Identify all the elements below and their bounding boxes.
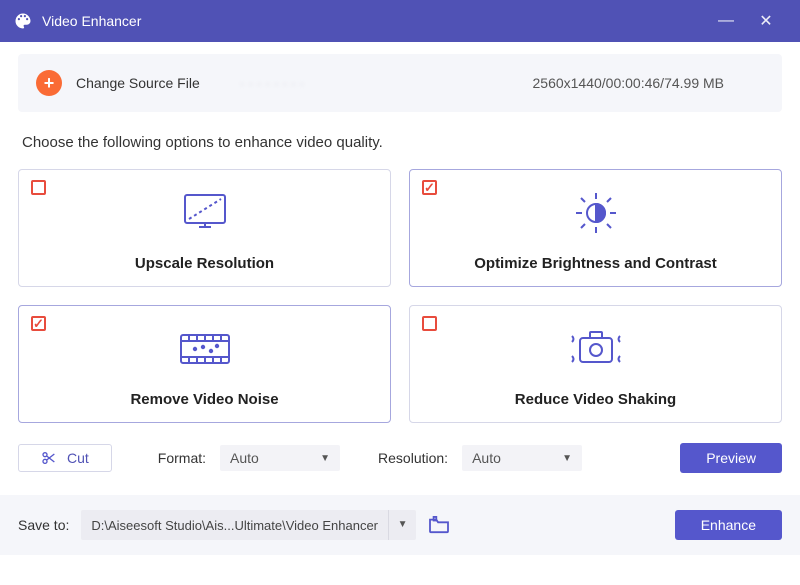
card-optimize-brightness[interactable]: Optimize Brightness and Contrast [409, 169, 782, 287]
brightness-icon [568, 170, 624, 255]
chevron-down-icon: ▼ [320, 453, 330, 464]
preview-button[interactable]: Preview [680, 443, 782, 473]
card-label: Optimize Brightness and Contrast [474, 255, 717, 272]
chevron-down-icon: ▼ [562, 453, 572, 464]
format-value: Auto [230, 450, 259, 466]
minimize-button[interactable]: — [706, 12, 746, 30]
format-label: Format: [158, 450, 206, 466]
save-to-label: Save to: [18, 517, 69, 533]
options-grid: Upscale Resolution Optimize Bright [18, 169, 782, 423]
checkbox-brightness[interactable] [422, 180, 437, 195]
stabilize-icon [566, 306, 626, 391]
card-reduce-shaking[interactable]: Reduce Video Shaking [409, 305, 782, 423]
source-filename: · · · · · · · · [240, 75, 533, 91]
card-upscale-resolution[interactable]: Upscale Resolution [18, 169, 391, 287]
upscale-icon [179, 170, 231, 255]
card-label: Remove Video Noise [130, 391, 278, 408]
app-title: Video Enhancer [42, 13, 706, 29]
save-path-box: D:\Aiseesoft Studio\Ais...Ultimate\Video… [81, 510, 416, 540]
cut-button[interactable]: Cut [18, 444, 112, 472]
add-source-icon[interactable]: + [36, 70, 62, 96]
format-select[interactable]: Auto ▼ [220, 445, 340, 471]
close-button[interactable]: ✕ [746, 11, 786, 31]
checkbox-upscale[interactable] [31, 180, 46, 195]
cut-label: Cut [67, 450, 89, 466]
resolution-value: Auto [472, 450, 501, 466]
enhance-button[interactable]: Enhance [675, 510, 782, 540]
card-label: Reduce Video Shaking [515, 391, 676, 408]
palette-icon [14, 12, 32, 30]
card-label: Upscale Resolution [135, 255, 274, 272]
titlebar: Video Enhancer — ✕ [0, 0, 800, 42]
checkbox-noise[interactable] [31, 316, 46, 331]
path-dropdown[interactable]: ▼ [388, 510, 416, 540]
source-file-bar: + Change Source File · · · · · · · · 256… [18, 54, 782, 112]
save-path: D:\Aiseesoft Studio\Ais...Ultimate\Video… [81, 518, 388, 533]
change-source-label[interactable]: Change Source File [76, 75, 200, 91]
resolution-select[interactable]: Auto ▼ [462, 445, 582, 471]
open-folder-icon[interactable] [428, 516, 450, 534]
checkbox-shaking[interactable] [422, 316, 437, 331]
resolution-label: Resolution: [378, 450, 448, 466]
instruction-text: Choose the following options to enhance … [22, 134, 782, 151]
card-remove-noise[interactable]: Remove Video Noise [18, 305, 391, 423]
film-icon [177, 306, 233, 391]
source-meta: 2560x1440/00:00:46/74.99 MB [533, 75, 725, 91]
scissors-icon [41, 450, 57, 466]
controls-row: Cut Format: Auto ▼ Resolution: Auto ▼ Pr… [18, 443, 782, 473]
footer-bar: Save to: D:\Aiseesoft Studio\Ais...Ultim… [0, 495, 800, 555]
